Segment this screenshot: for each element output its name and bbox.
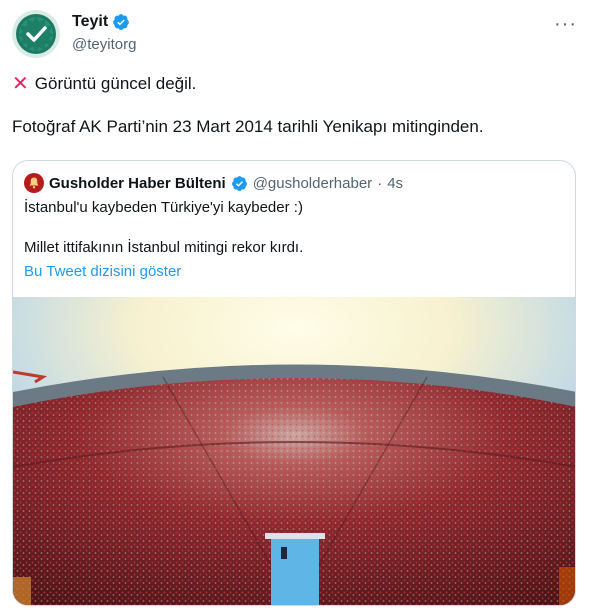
quoted-author-avatar [24,173,44,193]
quoted-tweet-time: 4s [387,174,404,192]
author-avatar[interactable] [12,10,60,58]
show-thread-link[interactable]: Bu Tweet dizisini göster [24,263,181,280]
quoted-tweet-text-line2: Millet ittifakının İstanbul mitingi reko… [24,239,304,256]
red-x-icon: ✕ [12,73,29,95]
tweet-status-line: ✕ Görüntü güncel değil. [12,74,196,94]
quoted-tweet-text-line1: İstanbul'u kaybeden Türkiye'yi kaybeder … [24,199,303,216]
quoted-tweet[interactable]: Gusholder Haber Bülteni @gusholderhaber … [12,160,576,606]
crowd-image [13,297,575,605]
quoted-author-name: Gusholder Haber Bülteni [49,174,226,192]
author-handle[interactable]: @teyitorg [72,36,136,53]
verified-badge-icon [231,175,248,192]
bell-icon [29,177,39,189]
quoted-tweet-header: Gusholder Haber Bülteni @gusholderhaber … [24,173,403,193]
tweet-card[interactable]: Teyit @teyitorg ··· ✕ Görüntü güncel değ… [0,0,591,615]
more-options-icon[interactable]: ··· [554,14,577,34]
tweet-status-text: Görüntü güncel değil. [34,74,197,93]
author-name-row[interactable]: Teyit [72,13,130,31]
verified-badge-icon [112,13,130,31]
tweet-body-text: Fotoğraf AK Parti’nin 23 Mart 2014 tarih… [12,117,484,136]
rally-crowd-photo[interactable] [13,297,575,605]
teyit-logo-icon [16,14,56,54]
quoted-author-handle: @gusholderhaber [252,174,373,192]
meta-separator: · [377,174,383,192]
author-display-name[interactable]: Teyit [72,13,108,31]
